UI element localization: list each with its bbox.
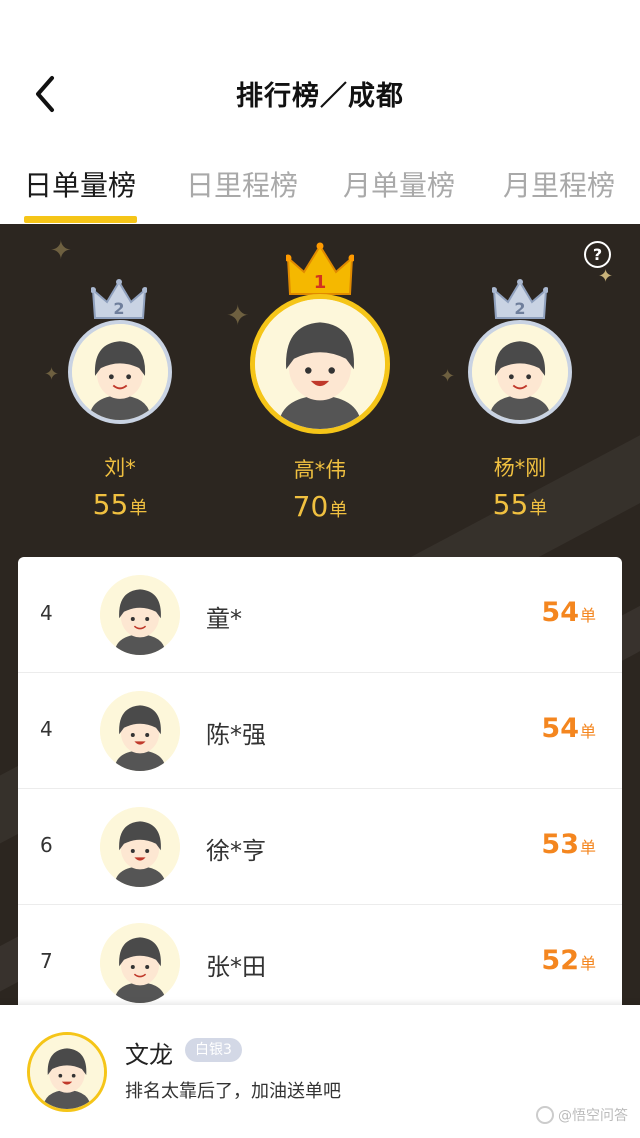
order-count: 54单 [541, 597, 596, 628]
podium-name: 高*伟 [293, 458, 347, 482]
gold-crown-icon: 1 [286, 242, 354, 295]
order-count-value: 52 [541, 945, 579, 976]
podium-name: 杨*刚 [493, 456, 547, 480]
podium-count: 70单 [240, 490, 400, 523]
list-item[interactable]: 4 童* 54单 [18, 557, 622, 673]
encouragement-message: 排名太靠后了，加油送单吧 [125, 1081, 341, 1102]
driver-name: 陈*强 [206, 721, 266, 749]
avatar [100, 575, 180, 655]
page-title: 排行榜／成都 [236, 81, 404, 112]
podium-count: 55单 [440, 488, 600, 521]
silver-crown-icon: 2 [91, 279, 147, 319]
order-count-unit: 单 [579, 606, 596, 625]
my-name: 文龙 [125, 1041, 173, 1069]
podium-count-value: 55 [492, 488, 529, 521]
avatar [68, 320, 172, 424]
watermark-logo-icon [536, 1106, 554, 1124]
watermark-text: @悟空问答 [558, 1108, 628, 1124]
rank-badge-number: 1 [314, 272, 327, 293]
sparkle-icon: ✦ [50, 236, 72, 266]
rank-number: 4 [40, 601, 53, 625]
rank-badge-number: 2 [514, 299, 525, 318]
avatar [250, 294, 390, 434]
sparkle-icon: ✦ [44, 364, 60, 385]
rank-number: 4 [40, 717, 53, 741]
watermark: @悟空问答 [536, 1105, 628, 1125]
order-count-unit: 单 [579, 954, 596, 973]
order-count: 52单 [541, 945, 596, 976]
order-count-unit: 单 [579, 838, 596, 857]
podium-count-unit: 单 [529, 498, 548, 519]
my-avatar [27, 1032, 107, 1112]
ranking-list: 4 童* 54单 4 陈*强 54单 6 徐*亨 53单 7 张*田 52单 [18, 557, 622, 1027]
avatar [468, 320, 572, 424]
order-count-value: 54 [541, 597, 579, 628]
help-icon[interactable]: ? [584, 241, 611, 268]
tab-daily-mileage[interactable]: 日里程榜 [186, 164, 298, 204]
order-count-value: 54 [541, 713, 579, 744]
order-count: 54单 [541, 713, 596, 744]
rank-number: 7 [40, 949, 53, 973]
podium-count-value: 70 [292, 490, 329, 523]
podium-count-value: 55 [92, 488, 129, 521]
level-badge: 白银3 [185, 1038, 242, 1062]
list-item[interactable]: 6 徐*亨 53单 [18, 789, 622, 905]
sparkle-icon: ✦ [598, 266, 614, 287]
rank-number: 6 [40, 833, 53, 857]
tab-monthly-mileage[interactable]: 月里程榜 [503, 164, 615, 204]
my-ranking-bar[interactable]: 文龙 白银3 排名太靠后了，加油送单吧 @悟空问答 [0, 1005, 640, 1138]
silver-crown-icon: 2 [492, 279, 548, 319]
avatar [100, 691, 180, 771]
tab-bar: 日单量榜 日里程榜 月单量榜 月里程榜 [0, 150, 640, 224]
sparkle-icon: ✦ [226, 299, 250, 332]
podium-count-unit: 单 [329, 500, 348, 521]
driver-name: 徐*亨 [206, 837, 266, 865]
list-item[interactable]: 4 陈*强 54单 [18, 673, 622, 789]
order-count-unit: 单 [579, 722, 596, 741]
podium-count-unit: 单 [129, 498, 148, 519]
podium-name: 刘* [104, 456, 136, 480]
rank-badge-number: 2 [113, 299, 124, 318]
tab-active-indicator [24, 216, 137, 223]
driver-name: 童* [206, 605, 242, 633]
sparkle-icon: ✦ [440, 366, 456, 387]
driver-name: 张*田 [206, 953, 266, 981]
list-item[interactable]: 7 张*田 52单 [18, 905, 622, 1021]
header: 排行榜／成都 [0, 0, 640, 150]
tab-monthly-orders[interactable]: 月单量榜 [343, 164, 455, 204]
podium-count: 55单 [40, 488, 200, 521]
avatar [100, 923, 180, 1003]
tab-daily-orders[interactable]: 日单量榜 [24, 164, 136, 204]
order-count: 53单 [541, 829, 596, 860]
order-count-value: 53 [541, 829, 579, 860]
avatar [100, 807, 180, 887]
